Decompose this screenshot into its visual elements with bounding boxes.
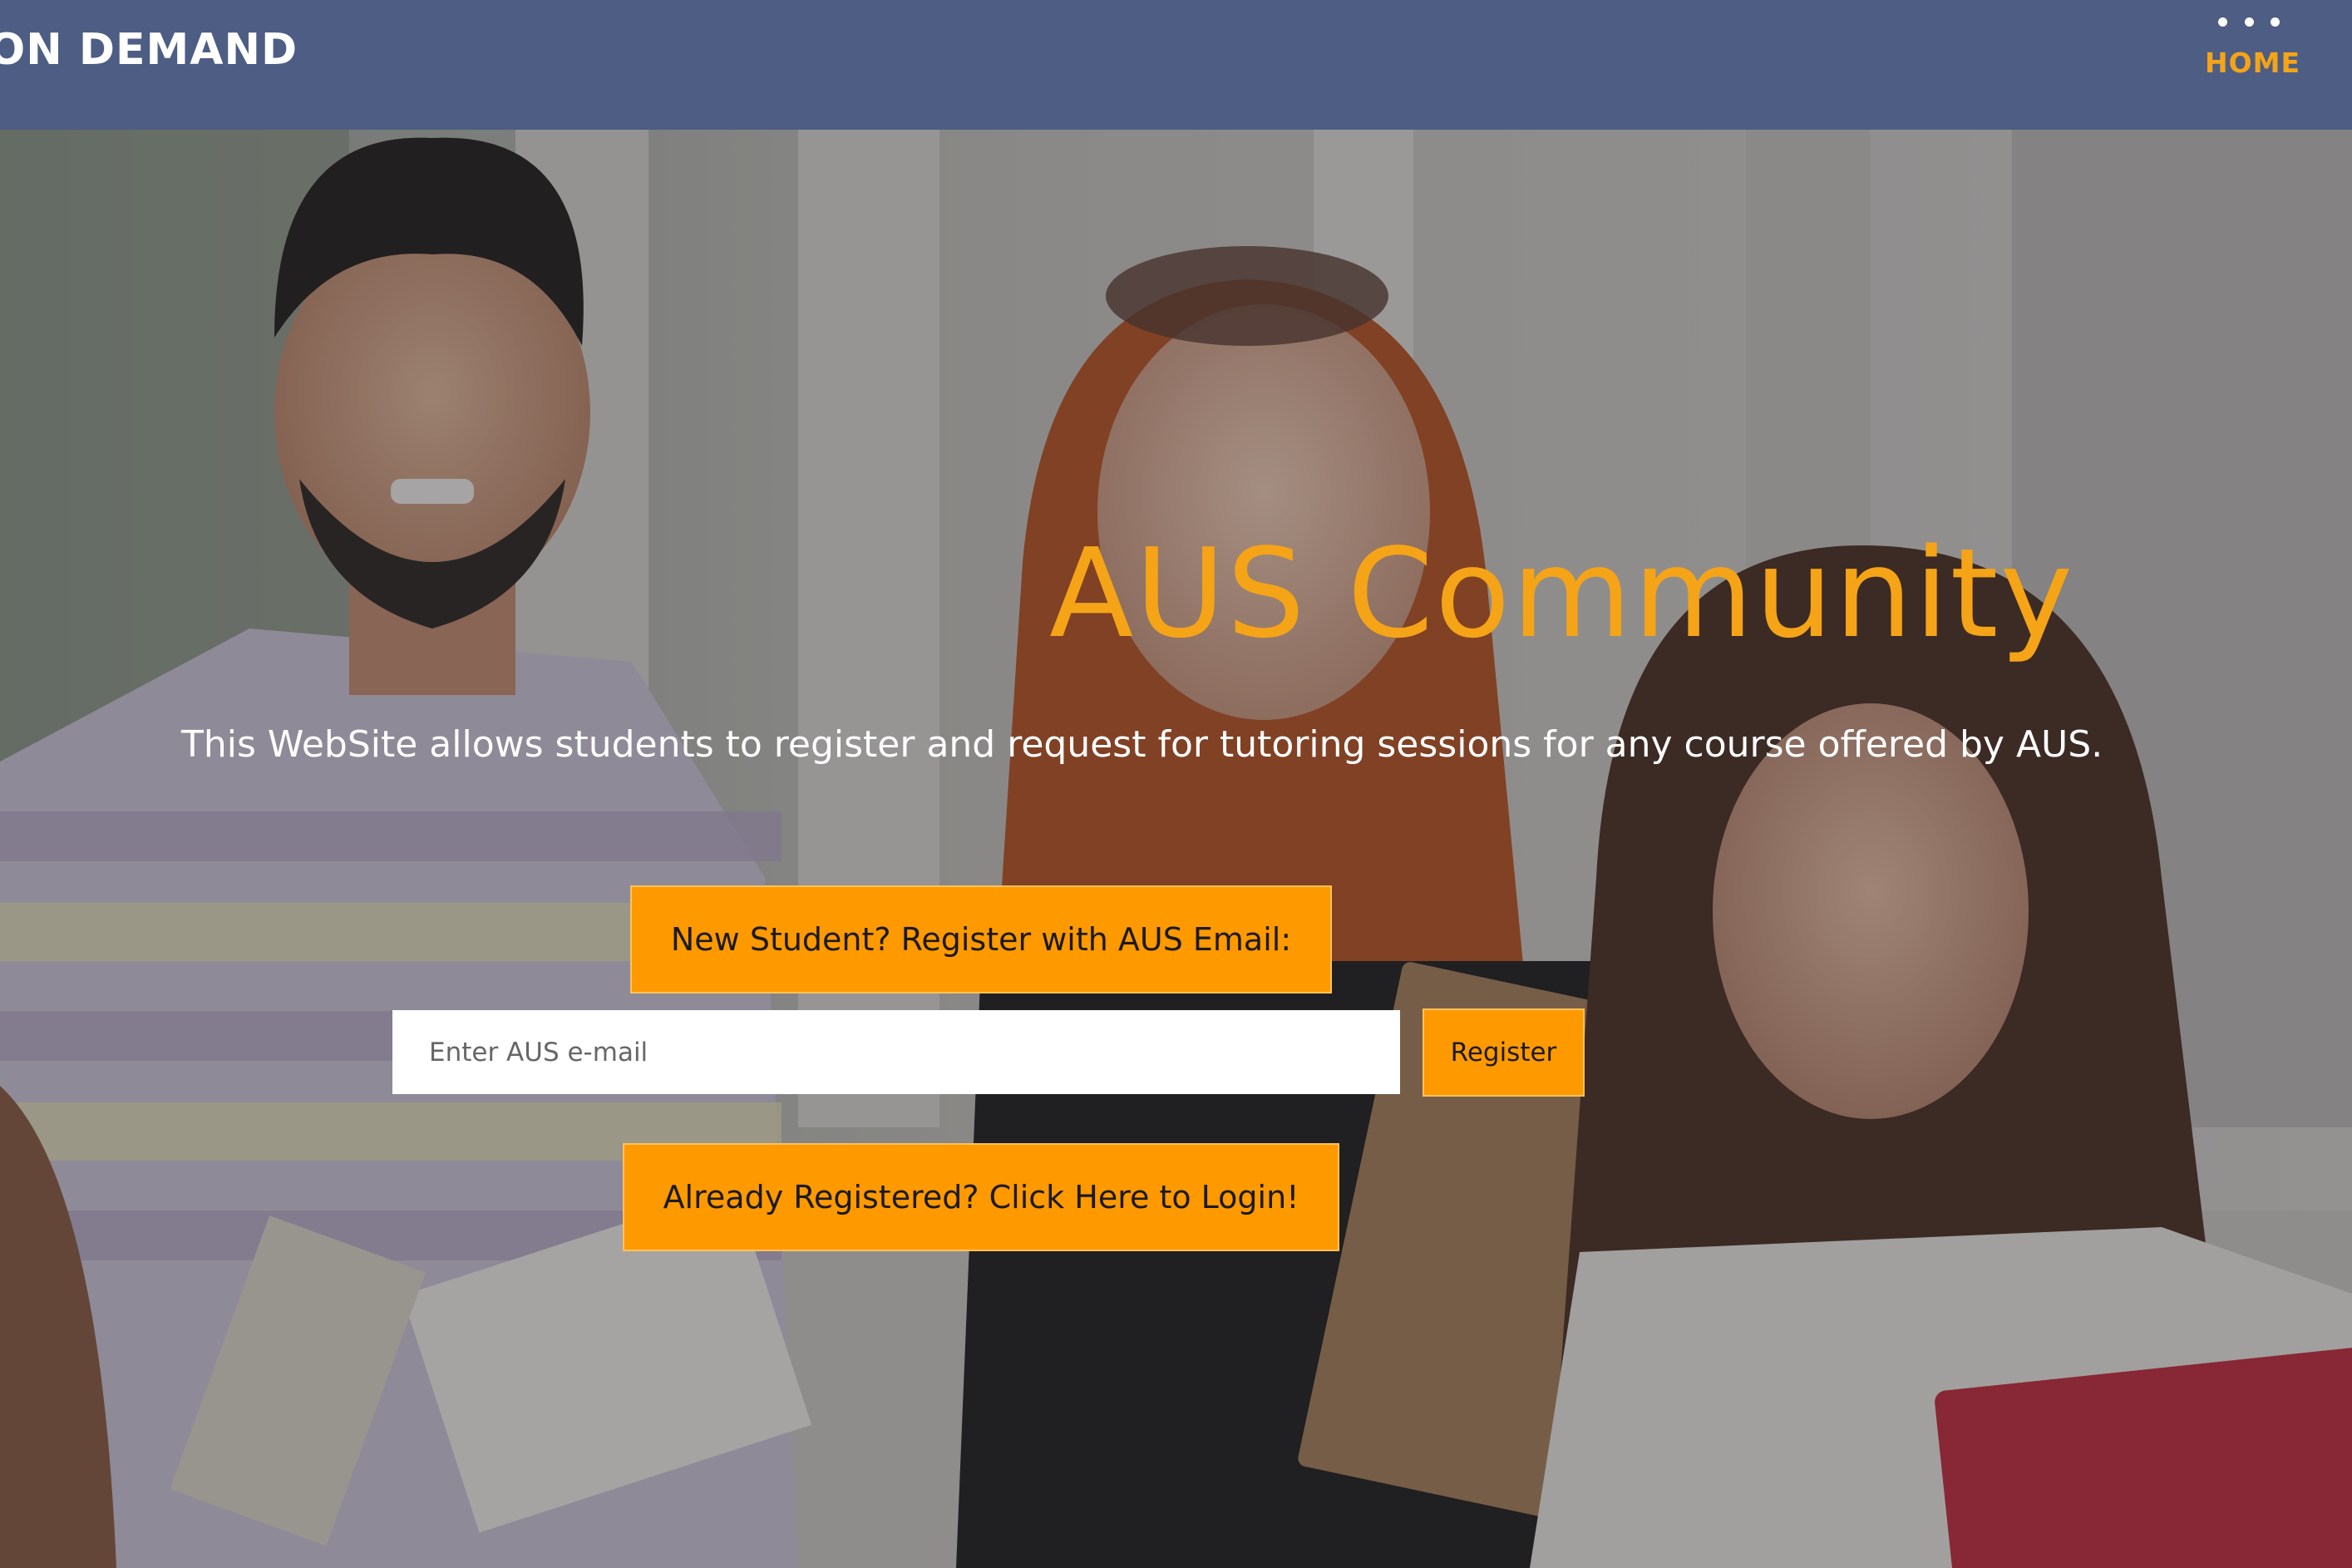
aus-email-input[interactable] — [392, 1010, 1400, 1094]
hero-title: AUS Community — [1049, 522, 2075, 665]
dot — [2244, 17, 2254, 27]
brand-logo-text[interactable]: ON DEMAND — [0, 25, 298, 75]
dot — [2218, 17, 2227, 27]
dot — [2271, 17, 2280, 27]
hero-subtitle: This WebSite allows students to register… — [181, 723, 2103, 766]
more-dots-icon[interactable] — [2218, 13, 2280, 30]
top-navbar: ON DEMAND HOME — [0, 0, 2352, 130]
login-button[interactable]: Already Registered? Click Here to Login! — [623, 1143, 1339, 1251]
new-student-register-button[interactable]: New Student? Register with AUS Email: — [630, 885, 1332, 994]
nav-link-home[interactable]: HOME — [2205, 47, 2300, 79]
page: ON DEMAND HOME AUS Community This WebSit… — [0, 0, 2352, 1568]
hero-section — [0, 130, 2352, 1568]
hero-dim-overlay — [0, 130, 2352, 1568]
register-button[interactable]: Register — [1423, 1008, 1585, 1097]
